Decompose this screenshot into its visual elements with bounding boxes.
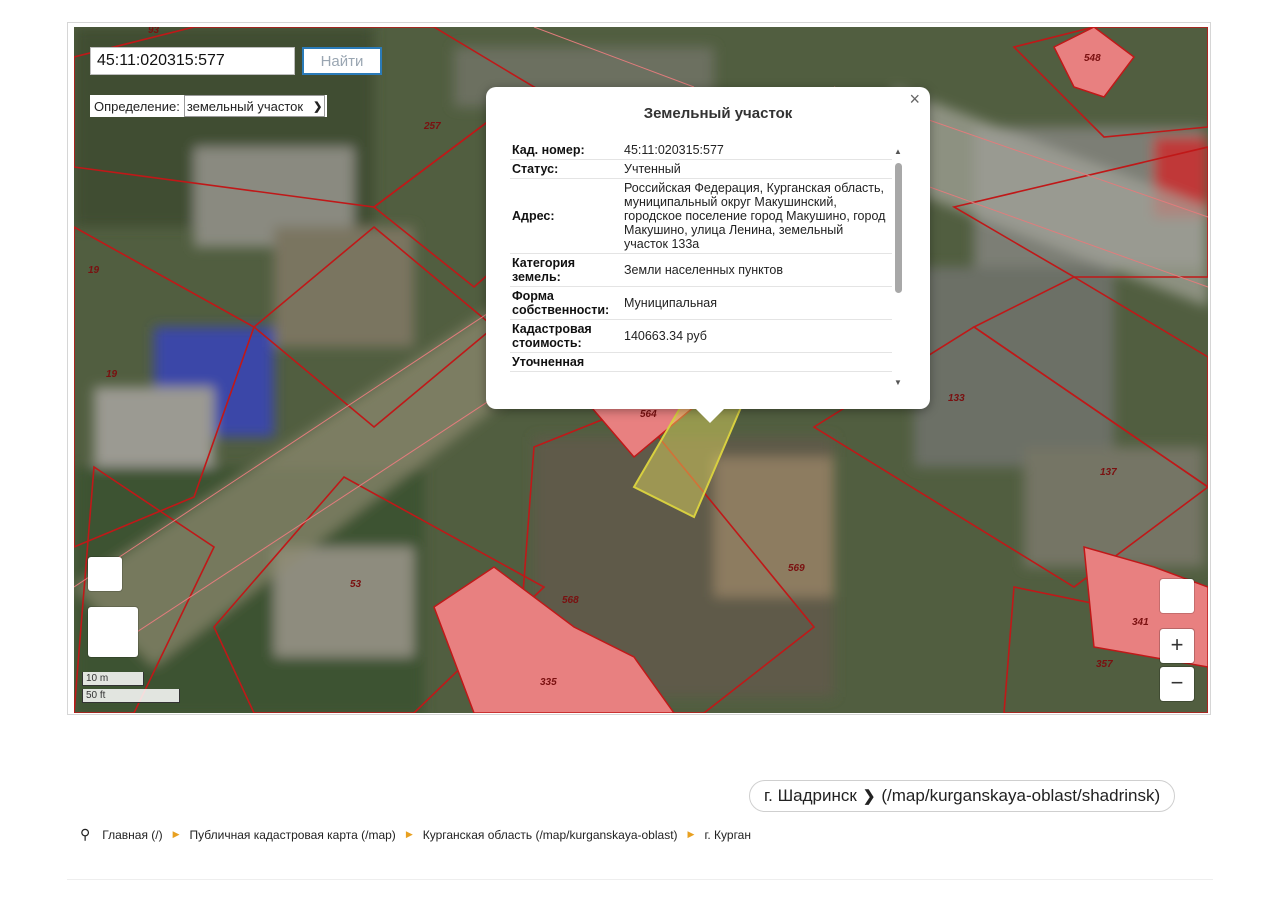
- map-label: 133: [948, 393, 965, 404]
- map-label: 19: [106, 369, 118, 380]
- cadastral-number-search-input[interactable]: [90, 47, 295, 75]
- location-pin-icon: ⚲: [80, 826, 91, 842]
- parcel-info-table: Кад. номер: 45:11:020315:577 Статус: Учтен…: [510, 141, 892, 372]
- row-key: Статус:: [510, 159, 622, 179]
- scale-imperial: 50 ft: [82, 689, 180, 703]
- popup-body[interactable]: Кад. номер: 45:11:020315:577 Статус: Учтен…: [510, 141, 892, 393]
- definition-label: Определение:: [94, 98, 180, 114]
- breadcrumb-item-home[interactable]: Главная (/): [102, 828, 162, 842]
- table-row: Кад. номер: 45:11:020315:577: [510, 141, 892, 160]
- map-label: 548: [1084, 53, 1101, 64]
- breadcrumb-item-region[interactable]: Курганская область (/map/kurganskaya-obl…: [423, 828, 678, 842]
- map-frame: 93 548 257 19 19 133 137 564 569 53 568 …: [67, 22, 1211, 715]
- row-key: Уточненная: [510, 352, 622, 372]
- row-value: 140663.34 руб: [622, 319, 892, 353]
- breadcrumb-separator-icon: ▶: [172, 829, 180, 839]
- cadastral-map[interactable]: 93 548 257 19 19 133 137 564 569 53 568 …: [74, 27, 1208, 713]
- table-row: Статус: Учтенный: [510, 159, 892, 179]
- map-label: 257: [423, 121, 441, 132]
- definition-control: Определение: земельный участок ❯: [90, 95, 328, 117]
- definition-select[interactable]: земельный участок ❯: [183, 95, 326, 117]
- row-value: [622, 352, 892, 372]
- map-label: 335: [540, 677, 557, 688]
- map-label: 569: [788, 563, 805, 574]
- row-key: Кад. номер:: [510, 141, 622, 160]
- table-row: Категория земель: Земли населенных пункто…: [510, 253, 892, 287]
- find-button[interactable]: Найти: [302, 47, 382, 75]
- breadcrumb-item-city: г. Курган: [704, 827, 751, 842]
- map-label: 19: [88, 265, 100, 276]
- breadcrumb-separator-icon: ▶: [687, 829, 695, 839]
- table-row: Форма собственности: Муниципальная: [510, 286, 892, 320]
- popup-scrollbar[interactable]: ▲ ▼: [892, 147, 904, 387]
- map-fullscreen-button[interactable]: [1160, 579, 1194, 613]
- zoom-out-button[interactable]: −: [1160, 667, 1194, 701]
- footer-divider: [67, 879, 1213, 880]
- row-value: Российская Федерация, Курганская область…: [622, 178, 892, 254]
- table-row: Адрес: Российская Федерация, Курганская о…: [510, 178, 892, 254]
- row-value: Муниципальная: [622, 286, 892, 320]
- map-label: 53: [350, 579, 362, 590]
- table-row: Кадастровая стоимость: 140663.34 руб: [510, 319, 892, 353]
- map-tool-button[interactable]: [88, 557, 122, 591]
- row-value: 45:11:020315:577: [622, 141, 892, 160]
- map-layer-button[interactable]: [88, 607, 138, 657]
- chevron-right-icon: ❯: [862, 788, 876, 805]
- breadcrumb-separator-icon: ▶: [405, 829, 413, 839]
- scroll-down-arrow-icon[interactable]: ▼: [894, 378, 902, 387]
- scrollbar-thumb[interactable]: [895, 163, 902, 293]
- breadcrumb: ⚲ Главная (/) ▶ Публичная кадастровая ка…: [80, 826, 751, 843]
- map-label: 357: [1096, 659, 1113, 670]
- map-label: 564: [640, 409, 657, 420]
- next-city-path: (/map/kurganskaya-oblast/shadrinsk): [881, 786, 1161, 805]
- chevron-down-icon: ❯: [313, 100, 323, 113]
- breadcrumb-item-cadastral-map[interactable]: Публичная кадастровая карта (/map): [190, 828, 396, 842]
- map-label: 137: [1100, 467, 1117, 478]
- row-key: Форма собственности:: [510, 286, 622, 320]
- definition-selected-value: земельный участок: [186, 98, 304, 114]
- next-city-label: г. Шадринск: [764, 786, 857, 805]
- zoom-in-button[interactable]: +: [1160, 629, 1194, 663]
- row-key: Категория земель:: [510, 253, 622, 287]
- next-city-link[interactable]: г. Шадринск ❯ (/map/kurganskaya-oblast/s…: [749, 780, 1176, 812]
- row-value: Земли населенных пунктов: [622, 253, 892, 287]
- table-row: Уточненная: [510, 352, 892, 372]
- parcel-info-popup: × Земельный участок Кад. номер: 45:11:020…: [486, 87, 930, 423]
- map-label: 93: [148, 27, 160, 36]
- row-key: Кадастровая стоимость:: [510, 319, 622, 353]
- map-label: 341: [1132, 617, 1149, 628]
- scroll-up-arrow-icon[interactable]: ▲: [894, 147, 902, 156]
- scale-metric: 10 m: [82, 672, 144, 686]
- row-value: Учтенный: [622, 159, 892, 179]
- map-label: 568: [562, 595, 579, 606]
- popup-title: Земельный участок: [643, 105, 793, 122]
- row-key: Адрес:: [510, 178, 622, 254]
